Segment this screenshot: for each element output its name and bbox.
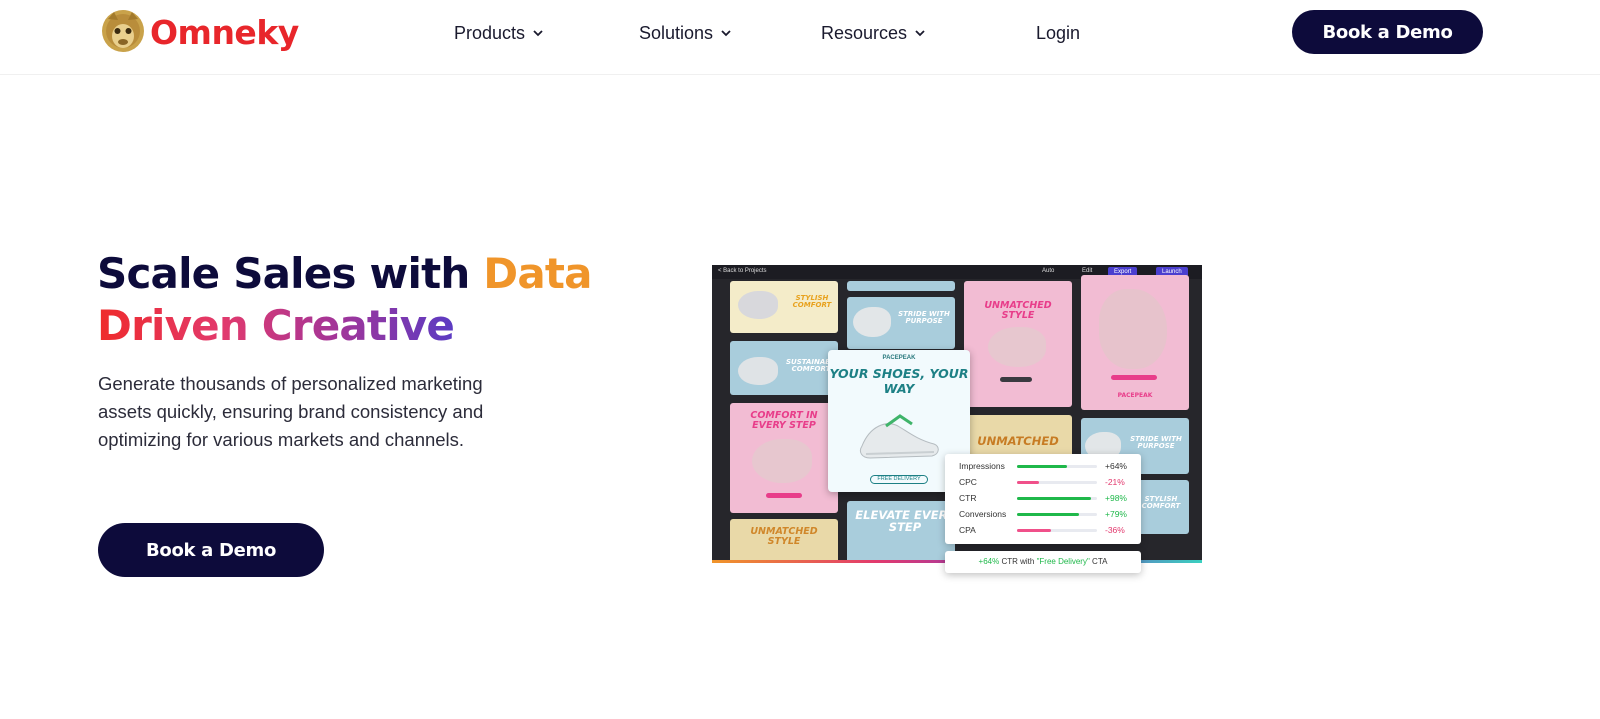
- nav-login-label: Login: [1036, 22, 1081, 43]
- ad-title: YOUR SHOES, YOUR WAY: [829, 366, 969, 396]
- mockup-back-link: < Back to Projects: [718, 268, 767, 274]
- nav-resources[interactable]: Resources: [821, 20, 925, 46]
- sneaker-icon: [859, 414, 939, 459]
- hero-description: Generate thousands of personalized marke…: [98, 373, 484, 450]
- tile-caption: UNMATCHED STYLE: [750, 526, 818, 547]
- nav-solutions[interactable]: Solutions: [639, 20, 731, 46]
- metric-bar-fill: [1017, 497, 1091, 500]
- tile-caption: STYLISH COMFORT: [1141, 495, 1181, 511]
- tile-caption: STRIDE WITH PURPOSE: [898, 310, 950, 326]
- metric-bar-fill: [1017, 465, 1067, 468]
- ctr-end: CTA: [1089, 557, 1108, 566]
- metric-row-ctr: CTR +98%: [959, 493, 1134, 505]
- brand-logo[interactable]: Omneky: [98, 7, 299, 57]
- metric-bar-track: [1017, 497, 1097, 500]
- metric-row-conversions: Conversions +79%: [959, 509, 1134, 521]
- ad-brand: PACEPEAK: [882, 355, 916, 361]
- tile-caption: ELEVATE EVERY STEP: [855, 508, 955, 535]
- nav-login[interactable]: Login: [1036, 20, 1080, 46]
- metric-label: Impressions: [959, 461, 1005, 471]
- ad-tile: COMFORT IN EVERY STEP: [730, 403, 838, 513]
- tile-cta: [1000, 377, 1032, 382]
- hero-title-part1: Scale Sales with: [97, 249, 484, 298]
- shoe-image: [1099, 289, 1167, 369]
- ad-tile: PACEPEAK: [1081, 275, 1189, 410]
- ad-tile: [847, 281, 955, 291]
- tile-brand: PACEPEAK: [1117, 392, 1153, 399]
- ad-tile: STRIDE WITH PURPOSE: [847, 297, 955, 349]
- chevron-down-icon: [915, 30, 925, 37]
- metric-value: -21%: [1105, 477, 1125, 487]
- metric-bar-track: [1017, 529, 1097, 532]
- ad-tile: STYLISH COMFORT: [730, 281, 838, 333]
- metric-bar-fill: [1017, 529, 1051, 532]
- metric-label: Conversions: [959, 509, 1007, 519]
- metric-bar-fill: [1017, 513, 1080, 516]
- tile-caption: STYLISH COMFORT: [792, 294, 832, 310]
- tile-cta: [1111, 375, 1157, 380]
- nav-products[interactable]: Products: [454, 20, 543, 46]
- ad-tile: ELEVATE EVERY STEP: [847, 501, 955, 563]
- tile-caption: UNMATCHED STYLE: [984, 300, 1052, 321]
- monkey-logo-icon: [102, 10, 144, 52]
- metric-label: CPC: [959, 477, 977, 487]
- metric-label: CTR: [959, 493, 977, 503]
- metric-bar-track: [1017, 513, 1097, 516]
- metric-row-cpc: CPC -21%: [959, 477, 1134, 489]
- shoe-image: [853, 307, 891, 337]
- ctr-highlight: +64%: [978, 557, 1000, 566]
- tile-caption: STRIDE WITH PURPOSE: [1130, 435, 1182, 451]
- tile-cta: [766, 493, 802, 498]
- nav-products-label: Products: [454, 22, 526, 43]
- metric-value: -36%: [1105, 525, 1125, 535]
- metric-row-cpa: CPA -36%: [959, 525, 1134, 537]
- ad-cta: FREE DELIVERY: [870, 475, 928, 484]
- metric-value: +79%: [1105, 509, 1127, 519]
- metric-label: CPA: [959, 525, 976, 535]
- book-demo-hero-button[interactable]: Book a Demo: [98, 523, 324, 577]
- chevron-down-icon: [533, 30, 543, 37]
- ad-tile: UNMATCHED STYLE: [730, 519, 838, 563]
- hero-title-part3: Driven Creative: [97, 301, 455, 350]
- metric-value: +64%: [1105, 461, 1127, 471]
- metric-value: +98%: [1105, 493, 1127, 503]
- tile-caption: UNMATCHED: [977, 434, 1059, 448]
- shoe-image: [738, 357, 778, 385]
- shoe-image: [738, 291, 778, 319]
- site-header: Omneky Products Solutions Resources Logi…: [0, 0, 1600, 75]
- metrics-card: Impressions +64% CPC -21% CTR +98% Conve…: [945, 454, 1141, 544]
- ctr-quote: "Free Delivery": [1036, 557, 1090, 566]
- metric-bar-track: [1017, 481, 1097, 484]
- metric-bar-track: [1017, 465, 1097, 468]
- tile-caption: COMFORT IN EVERY STEP: [750, 410, 818, 431]
- mockup-auto-label: Auto: [1042, 268, 1055, 274]
- metric-bar-fill: [1017, 481, 1040, 484]
- ad-tile: SUSTAINABLE COMFORT: [730, 341, 838, 395]
- hero-title-part2: Data: [483, 249, 592, 298]
- hero-title: Scale Sales with Data Driven Creative: [97, 248, 617, 352]
- ctr-insight-note: +64% CTR with "Free Delivery" CTA: [945, 551, 1141, 573]
- brand-name: Omneky: [150, 12, 299, 52]
- mockup-edit-label: Edit: [1082, 268, 1093, 274]
- shoe-image: [988, 327, 1046, 367]
- ctr-middle: CTR with: [999, 557, 1037, 566]
- nav-solutions-label: Solutions: [639, 22, 714, 43]
- metric-row-impressions: Impressions +64%: [959, 461, 1134, 473]
- ad-tile: UNMATCHED STYLE: [964, 281, 1072, 407]
- shoe-image: [752, 439, 812, 483]
- book-demo-header-button[interactable]: Book a Demo: [1292, 10, 1483, 54]
- chevron-down-icon: [721, 30, 731, 37]
- nav-resources-label: Resources: [821, 22, 908, 43]
